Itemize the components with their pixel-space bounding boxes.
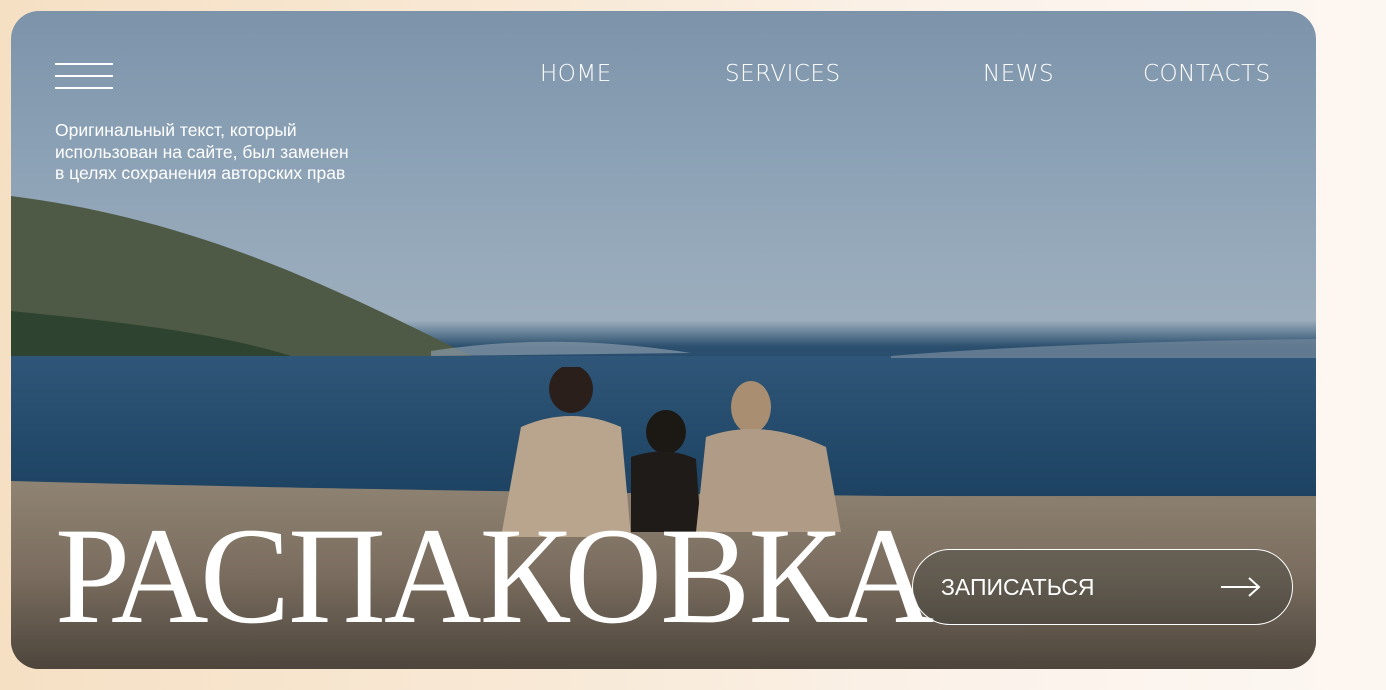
- nav-link-services[interactable]: SERVICES: [725, 61, 841, 87]
- menu-button[interactable]: [55, 63, 113, 91]
- nav-link-home[interactable]: HOME: [540, 61, 612, 87]
- signup-button-label: ЗАПИСАТЬСЯ: [941, 574, 1095, 600]
- nav-link-contacts[interactable]: CONTACTS: [1143, 61, 1271, 87]
- hamburger-icon-line: [55, 63, 113, 65]
- hamburger-icon-line: [55, 75, 113, 77]
- intro-line: в целях сохранения авторских прав: [55, 163, 346, 183]
- hamburger-icon-line: [55, 87, 113, 89]
- hero-headline: РАСПАКОВКА: [55, 499, 934, 652]
- arrow-right-icon: [1221, 577, 1261, 597]
- intro-line: использован на сайте, был заменен: [55, 141, 349, 162]
- intro-text: Оригинальный текст, который использован …: [55, 120, 395, 185]
- intro-line: Оригинальный текст, который: [55, 120, 297, 140]
- nav-link-news[interactable]: NEWS: [983, 61, 1054, 87]
- signup-button[interactable]: ЗАПИСАТЬСЯ: [912, 549, 1293, 625]
- hero-banner: HOME SERVICES NEWS CONTACTS Оригинальный…: [11, 11, 1316, 669]
